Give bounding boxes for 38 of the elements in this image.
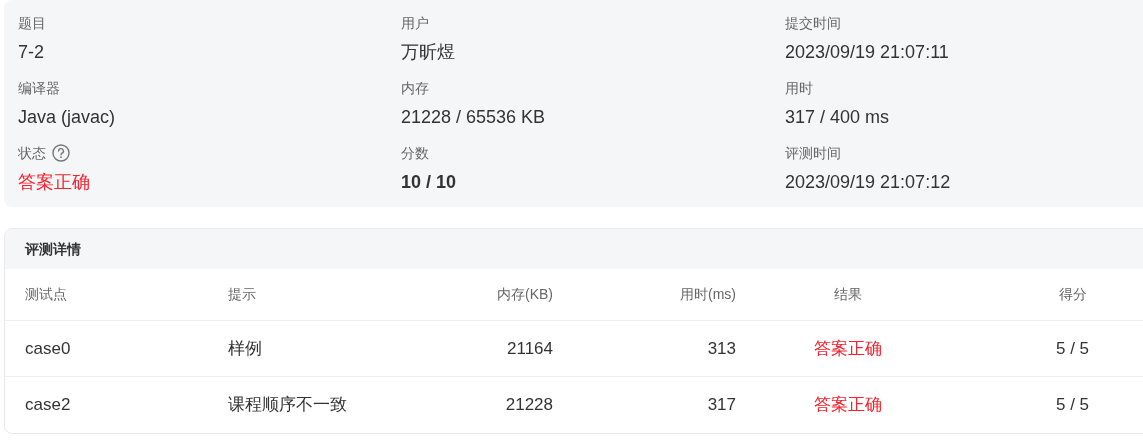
section-title: 评测详情 xyxy=(25,239,81,259)
column-header: 结果 xyxy=(834,285,862,304)
column-header: 提示 xyxy=(228,285,256,304)
column-header: 测试点 xyxy=(25,285,67,304)
help-icon[interactable] xyxy=(52,144,70,162)
table-cell-text: 5 / 5 xyxy=(1055,337,1090,360)
column-header: 得分 xyxy=(1058,285,1087,304)
field-value: 317 / 400 ms xyxy=(785,106,890,129)
table-cell-text: 313 xyxy=(707,337,736,360)
field-label: 状态 xyxy=(18,143,46,163)
field-label: 题目 xyxy=(18,13,46,33)
field-label: 用时 xyxy=(785,78,813,98)
table-cell-text: 21164 xyxy=(507,337,553,360)
field-label: 分数 xyxy=(401,143,429,163)
table-cell-text: case0 xyxy=(25,337,71,360)
column-header: 内存(KB) xyxy=(497,285,553,304)
result-text: 答案正确 xyxy=(814,337,882,360)
field-label: 用户 xyxy=(401,13,429,33)
result-text: 答案正确 xyxy=(814,394,882,417)
field-value: 2023/09/19 21:07:11 xyxy=(785,41,949,64)
column-header: 用时(ms) xyxy=(680,285,736,304)
field-value: 7-2 xyxy=(18,41,44,64)
field-value: 21228 / 65536 KB xyxy=(401,106,546,129)
table-cell-text: 5 / 5 xyxy=(1055,394,1090,417)
field-value: 万昕煜 xyxy=(401,41,455,64)
table-cell-text: case2 xyxy=(25,394,71,417)
table-cell-text: 21228 xyxy=(505,394,553,417)
status-value: 答案正确 xyxy=(18,171,90,194)
field-label: 评测时间 xyxy=(785,143,841,163)
field-value: 10 / 10 xyxy=(401,171,457,194)
table-cell-text: 课程顺序不一致 xyxy=(228,394,347,417)
field-label: 编译器 xyxy=(18,78,60,98)
field-label: 内存 xyxy=(401,78,429,98)
table-cell-text: 317 xyxy=(707,394,736,417)
table-cell-text: 样例 xyxy=(228,337,262,360)
field-value: 2023/09/19 21:07:12 xyxy=(785,171,951,194)
field-value: Java (javac) xyxy=(18,106,116,129)
field-label: 提交时间 xyxy=(785,13,841,33)
